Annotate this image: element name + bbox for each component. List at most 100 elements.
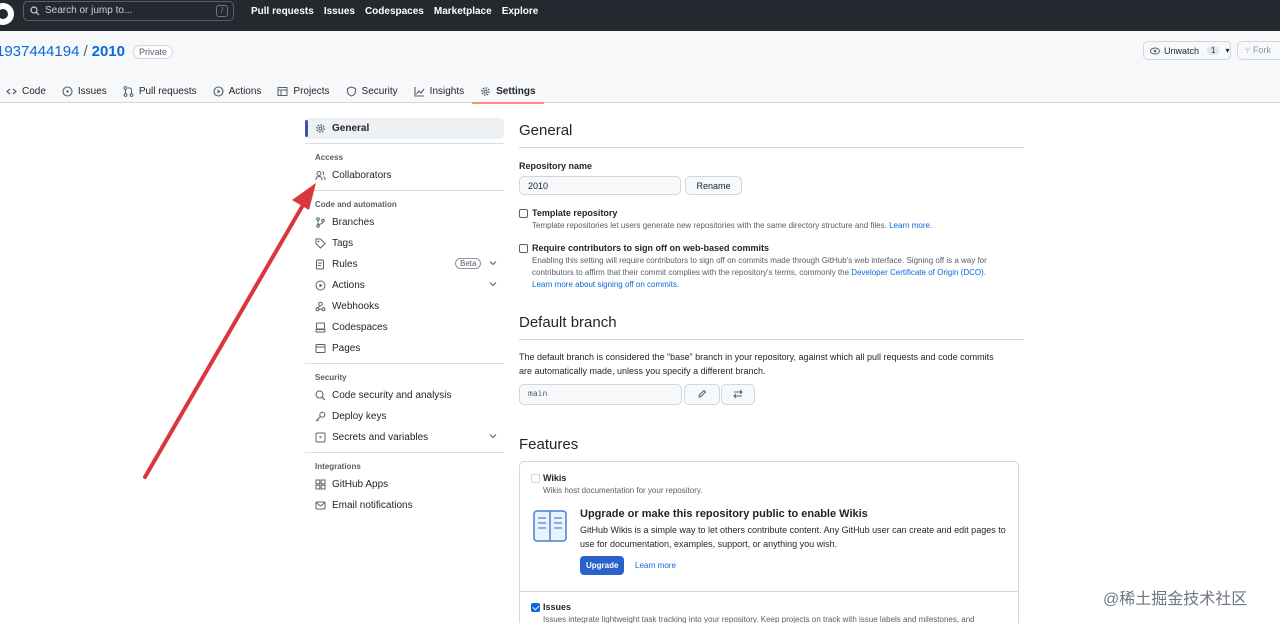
template-repository-desc: Template repositories let users generate… — [532, 220, 1022, 232]
sidebar-item-general[interactable]: General — [305, 118, 504, 139]
svg-text:*: * — [319, 434, 323, 442]
sidebar-item-tags[interactable]: Tags — [305, 233, 504, 254]
webhook-icon — [315, 301, 326, 312]
table-icon — [277, 86, 288, 96]
repo-tabs: Code Issues Pull requests Actions Projec… — [0, 80, 545, 104]
sidebar-item-codespaces[interactable]: Codespaces — [305, 317, 504, 338]
code-icon — [6, 88, 17, 94]
default-branch-value: main — [528, 389, 548, 398]
tab-code[interactable]: Code — [0, 80, 54, 102]
template-repository-checkbox[interactable] — [519, 209, 528, 218]
default-branch-field: main — [519, 384, 682, 405]
sidebar-item-label: Secrets and variables — [332, 432, 429, 443]
signoff-checkbox[interactable] — [519, 244, 528, 253]
gear-icon — [316, 124, 325, 133]
sidebar-item-label: GitHub Apps — [332, 479, 389, 490]
sidebar-item-webhooks[interactable]: Webhooks — [305, 296, 504, 317]
apps-icon — [315, 479, 326, 490]
unwatch-button[interactable]: Unwatch 1 ▾ — [1143, 41, 1231, 60]
tab-label: Security — [361, 85, 398, 97]
pencil-icon — [698, 389, 707, 398]
sidebar-heading-integrations: Integrations — [315, 462, 361, 471]
fork-button[interactable]: ⑂ Fork — [1237, 41, 1280, 60]
tab-label: Insights — [429, 85, 465, 97]
signoff-desc: Enabling this setting will require contr… — [532, 255, 1017, 291]
dco-link[interactable]: Developer Certificate of Origin (DCO). — [851, 268, 986, 277]
gear-icon — [481, 86, 490, 96]
template-desc-text: Template repositories let users generate… — [532, 221, 887, 230]
rename-button[interactable]: Rename — [685, 176, 742, 195]
sidebar-item-secrets-variables[interactable]: * Secrets and variables — [305, 427, 504, 448]
nav-pull-requests[interactable]: Pull requests — [251, 6, 314, 17]
wikis-desc: Wikis host documentation for your reposi… — [543, 486, 703, 495]
tag-icon — [315, 238, 326, 249]
default-branch-heading: Default branch — [519, 314, 617, 331]
eye-icon — [1150, 47, 1160, 54]
sidebar-item-label: Deploy keys — [332, 411, 387, 422]
wikis-checkbox[interactable] — [531, 474, 540, 483]
sidebar-item-label: Rules — [332, 259, 358, 270]
upgrade-desc: GitHub Wikis is a simple way to let othe… — [580, 525, 1006, 549]
tab-insights[interactable]: Insights — [406, 80, 472, 102]
sidebar-item-branches[interactable]: Branches — [305, 212, 504, 233]
sidebar-item-label: Code security and analysis — [332, 390, 452, 401]
repo-name-input[interactable]: 2010 — [519, 176, 681, 195]
tab-pull-requests[interactable]: Pull requests — [115, 80, 205, 102]
watch-count: 1 — [1207, 46, 1220, 55]
codespaces-icon — [315, 322, 326, 333]
edit-branch-button[interactable] — [684, 384, 720, 405]
browser-icon — [315, 344, 326, 353]
sidebar-heading-security: Security — [315, 373, 347, 382]
sidebar-item-label: Collaborators — [332, 170, 392, 181]
settings-sidebar: General Access Collaborators Code and au… — [305, 118, 504, 516]
tab-projects[interactable]: Projects — [269, 80, 337, 102]
github-logo-icon[interactable] — [0, 3, 14, 25]
signoff-learn-more-link[interactable]: Learn more about signing off on commits. — [532, 280, 679, 289]
repo-name-link[interactable]: 2010 — [92, 43, 125, 60]
features-box: Wikis Wikis host documentation for your … — [519, 461, 1019, 623]
switch-branch-button[interactable] — [721, 384, 755, 405]
nav-marketplace[interactable]: Marketplace — [434, 6, 492, 17]
global-header: Search or jump to... / Pull requests Iss… — [0, 0, 1280, 31]
issues-checkbox[interactable] — [531, 603, 540, 612]
sidebar-item-label: Tags — [332, 238, 354, 249]
tab-issues[interactable]: Issues — [54, 80, 115, 102]
mail-icon — [315, 501, 326, 510]
sidebar-item-email-notifications[interactable]: Email notifications — [305, 495, 504, 516]
pull-request-icon — [123, 85, 134, 97]
tab-security[interactable]: Security — [338, 80, 406, 102]
tab-actions[interactable]: Actions — [205, 80, 270, 102]
repo-owner-link[interactable]: 1937444194 — [0, 43, 79, 60]
nav-explore[interactable]: Explore — [502, 6, 539, 17]
tab-settings[interactable]: Settings — [472, 80, 545, 104]
sidebar-item-label: Email notifications — [332, 500, 413, 511]
wikis-title: Wikis — [543, 473, 567, 483]
upgrade-button[interactable]: Upgrade — [580, 556, 625, 575]
sidebar-item-github-apps[interactable]: GitHub Apps — [305, 474, 504, 495]
watermark: @稀土掘金技术社区 — [1103, 591, 1248, 608]
wikis-learn-more-link[interactable]: Learn more — [635, 561, 676, 570]
repo-name-label: Repository name — [519, 161, 593, 171]
template-learn-more-link[interactable]: Learn more. — [889, 221, 932, 230]
chevron-down-icon — [489, 261, 497, 266]
sidebar-item-collaborators[interactable]: Collaborators — [305, 165, 504, 186]
sidebar-item-code-security[interactable]: Code security and analysis — [305, 385, 504, 406]
branch-icon — [316, 217, 325, 228]
sidebar-item-pages[interactable]: Pages — [305, 338, 504, 359]
heading-divider — [519, 147, 1024, 148]
sidebar-item-label: Webhooks — [332, 301, 380, 312]
search-input[interactable]: Search or jump to... / — [23, 1, 234, 21]
sidebar-item-rules[interactable]: Rules Beta — [305, 254, 504, 275]
upgrade-title: Upgrade or make this repository public t… — [580, 508, 868, 520]
general-heading: General — [519, 122, 573, 139]
nav-issues[interactable]: Issues — [324, 6, 355, 17]
visibility-badge: Private — [132, 44, 173, 59]
sidebar-item-label: Branches — [332, 217, 375, 228]
sidebar-item-actions[interactable]: Actions — [305, 275, 504, 296]
beta-badge: Beta — [455, 258, 482, 269]
issue-icon — [62, 85, 73, 97]
people-icon — [315, 171, 326, 181]
nav-codespaces[interactable]: Codespaces — [365, 6, 424, 17]
sidebar-item-deploy-keys[interactable]: Deploy keys — [305, 406, 504, 427]
sidebar-item-label: Pages — [332, 343, 361, 354]
